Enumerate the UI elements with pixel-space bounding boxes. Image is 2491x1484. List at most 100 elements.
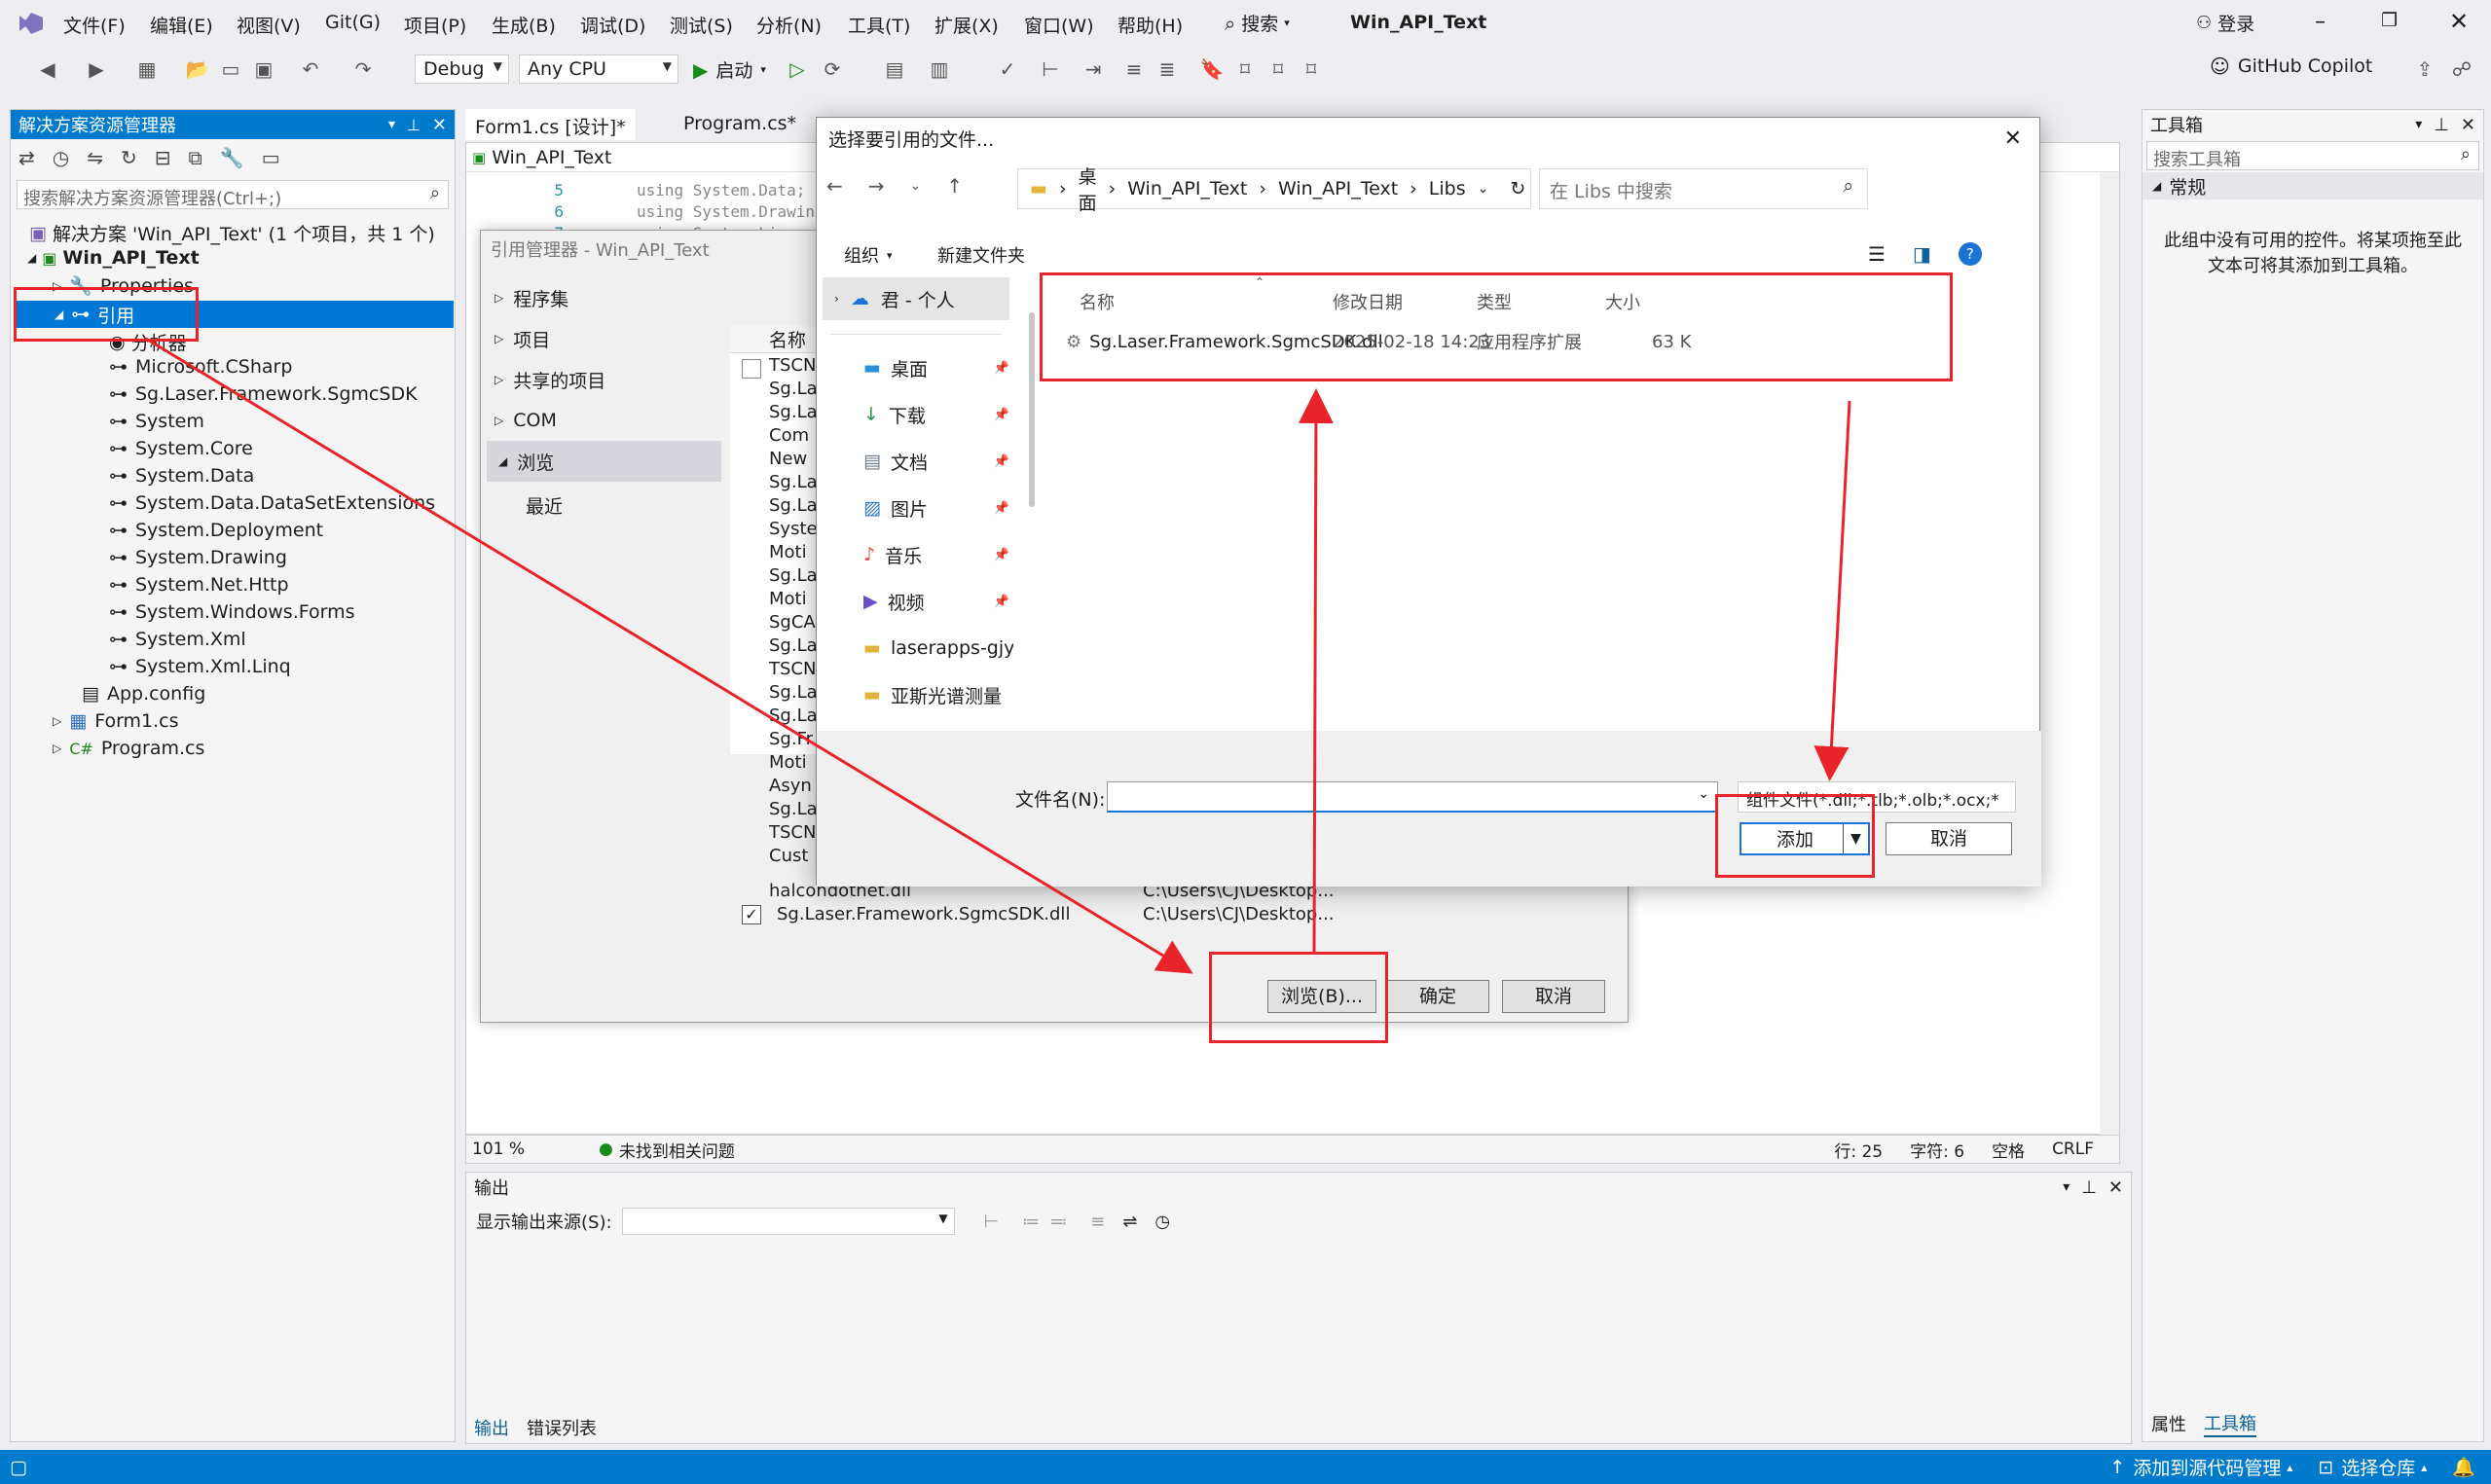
forward-arrow-icon[interactable]: → [868, 174, 885, 198]
toolbox-search-input[interactable]: 搜索工具箱 ⌕ [2146, 141, 2479, 170]
editor-vertical-scrollbar[interactable] [2100, 172, 2119, 1145]
ref-list-item[interactable]: New [769, 449, 818, 472]
ref-nav-com[interactable]: ▷ COM [483, 400, 721, 441]
ref-list-item[interactable]: Sg.La [769, 495, 818, 519]
ref-list-item[interactable]: Sg.La [769, 472, 818, 495]
sidebar-item[interactable]: ↓ 下载 📌 [819, 391, 1013, 438]
pin-icon[interactable]: 📌 [994, 595, 1009, 609]
pin-icon[interactable]: 📌 [994, 361, 1009, 376]
sidebar-item[interactable]: ▬ 亚斯光谱测量 [819, 671, 1013, 718]
ref-row-sdk[interactable]: ✓ Sg.Laser.Framework.SgmcSDK.dll [742, 904, 1070, 924]
tree-reference-item[interactable]: ⊶ System.Drawing [109, 547, 287, 568]
ref-nav-recent[interactable]: 最近 [483, 482, 721, 528]
start-button[interactable]: ▶ 启动 ▾ [693, 56, 766, 83]
chevron-down-icon[interactable]: ▾ [2415, 117, 2422, 132]
tab-toolbox[interactable]: 工具箱 [2204, 1410, 2256, 1437]
feedback-icon[interactable]: ☍ [2449, 56, 2474, 82]
show-all-files-icon[interactable]: ⧉ [189, 146, 202, 169]
ref-list-item[interactable]: Moti [769, 589, 818, 612]
properties-icon[interactable]: 🔧 [220, 146, 244, 169]
find-message-icon[interactable]: ⊢ [984, 1212, 1000, 1232]
view-menu-icon[interactable]: ☰ [1868, 242, 1886, 266]
sidebar-item[interactable]: ▨ 图片 📌 [819, 485, 1013, 531]
preview-pane-icon[interactable]: ◨ [1913, 242, 1931, 266]
tree-app-config[interactable]: ▤ App.config [82, 683, 205, 705]
toolbox-group-general[interactable]: ◢ 常规 [2143, 172, 2483, 199]
breadcrumb-libs[interactable]: Libs [1429, 178, 1466, 199]
menu-debug[interactable]: 调试(D) [580, 12, 645, 38]
ref-list-item[interactable]: Sg.La [769, 565, 818, 589]
sidebar-scrollbar[interactable] [1029, 312, 1035, 507]
back-arrow-icon[interactable]: ← [826, 174, 843, 198]
timestamp-icon[interactable]: ◷ [1154, 1212, 1170, 1232]
ref-list-item[interactable]: Moti [769, 542, 818, 565]
menu-window[interactable]: 窗口(W) [1024, 12, 1094, 38]
select-repo-button[interactable]: 选择仓库 [2341, 1454, 2415, 1480]
pin-icon[interactable]: 📌 [994, 454, 1009, 469]
ref-nav-assemblies[interactable]: ▷ 程序集 [483, 277, 721, 318]
ref-list-item[interactable]: Moti [769, 752, 818, 776]
tab-error-list[interactable]: 错误列表 [527, 1415, 597, 1440]
refresh-icon[interactable]: ↻ [121, 146, 137, 169]
menu-git[interactable]: Git(G) [325, 12, 381, 33]
ref-list-item[interactable]: Syste [769, 519, 818, 542]
prev-bookmark-icon[interactable]: ⌑ [1232, 56, 1258, 82]
sidebar-onedrive[interactable]: › ☁ 君 - 个人 [823, 277, 1009, 320]
filename-input[interactable]: ⌄ [1107, 781, 1718, 813]
menu-view[interactable]: 视图(V) [237, 12, 301, 38]
ref-list-item[interactable]: Sg.La [769, 682, 818, 706]
file-cancel-button[interactable]: 取消 [1886, 822, 2012, 855]
tab-properties[interactable]: 属性 [2151, 1411, 2186, 1436]
sidebar-item[interactable]: ▤ 文档 📌 [819, 438, 1013, 485]
undo-icon[interactable]: ↶ [298, 56, 323, 82]
menu-project[interactable]: 项目(P) [404, 12, 466, 38]
format-icon[interactable]: ⊢ [1038, 56, 1063, 82]
breadcrumb-win-api-text[interactable]: Win_API_Text [1127, 178, 1247, 199]
output-source-select[interactable]: ▼ [621, 1208, 955, 1235]
chevron-down-icon[interactable]: ⌄ [1478, 181, 1489, 197]
new-project-icon[interactable]: ▦ [134, 56, 160, 82]
tab-program[interactable]: Program.cs* [674, 109, 806, 140]
ref-list-item[interactable]: Sg.La [769, 799, 818, 822]
layout-icon[interactable]: ▥ [927, 56, 952, 82]
switch-view-icon[interactable]: ⇋ [87, 146, 103, 169]
comment-icon[interactable]: ≡ [1121, 56, 1147, 82]
search-menu[interactable]: ⌕ 搜索 ▾ [1225, 10, 1290, 36]
share-icon[interactable]: ⇪ [2412, 56, 2437, 82]
tree-reference-item[interactable]: ⊶ System.Xml.Linq [109, 656, 291, 677]
bookmark-icon[interactable]: 🔖 [1199, 56, 1225, 82]
address-bar[interactable]: ▬ › 桌面 › Win_API_Text › Win_API_Text › L… [1017, 166, 1531, 214]
refresh-icon[interactable]: ↻ [1510, 178, 1525, 199]
ref-nav-shared[interactable]: ▷ 共享的项目 [483, 359, 721, 400]
github-copilot-button[interactable]: ☺ GitHub Copilot [2210, 54, 2372, 78]
notification-square-icon[interactable]: ▢ [10, 1457, 27, 1478]
collapse-all-icon[interactable]: ⊟ [155, 146, 171, 169]
ref-list-item[interactable]: Sg.Fr [769, 729, 818, 752]
tree-solution[interactable]: ▣ 解决方案 'Win_API_Text' (1 个项目，共 1 个) [29, 220, 435, 246]
menu-help[interactable]: 帮助(H) [1117, 12, 1183, 38]
up-arrow-icon[interactable]: ↑ [946, 174, 963, 198]
sidebar-item[interactable]: ♪ 音乐 📌 [819, 531, 1013, 578]
close-panel-icon[interactable]: ✕ [2461, 115, 2475, 135]
word-wrap-icon[interactable]: ⇌ [1122, 1212, 1137, 1232]
login-button[interactable]: ⚇ 登录 [2196, 10, 2254, 36]
zoom-level[interactable]: 101 % [472, 1140, 560, 1159]
source-control-button[interactable]: 添加到源代码管理 [2133, 1454, 2281, 1480]
browse-icon[interactable]: ▤ [882, 56, 907, 82]
solution-search-input[interactable]: 搜索解决方案资源管理器(Ctrl+;) ⌕ [17, 180, 449, 209]
tree-program[interactable]: ▷ C# Program.cs [53, 738, 204, 759]
ref-nav-browse[interactable]: ◢ 浏览 [487, 441, 721, 482]
tab-output[interactable]: 输出 [474, 1415, 509, 1440]
minimize-icon[interactable]: – [2315, 10, 2326, 34]
pin-icon[interactable]: ⊥ [2434, 115, 2449, 135]
ref-list-item[interactable]: Sg.La [769, 379, 818, 402]
tree-reference-item[interactable]: ⊶ System.Xml [109, 629, 246, 650]
pin-icon[interactable]: 📌 [994, 408, 1009, 422]
pin-icon[interactable]: ⊥ [2081, 1177, 2097, 1198]
tab-form1-designer[interactable]: Form1.cs [设计]* [465, 109, 636, 140]
close-panel-icon[interactable]: ✕ [432, 115, 447, 135]
menu-tools[interactable]: 工具(T) [848, 12, 910, 38]
row-checkbox[interactable] [742, 359, 761, 379]
close-window-icon[interactable]: ✕ [2449, 8, 2469, 35]
breadcrumb-desktop[interactable]: 桌面 [1079, 163, 1097, 215]
